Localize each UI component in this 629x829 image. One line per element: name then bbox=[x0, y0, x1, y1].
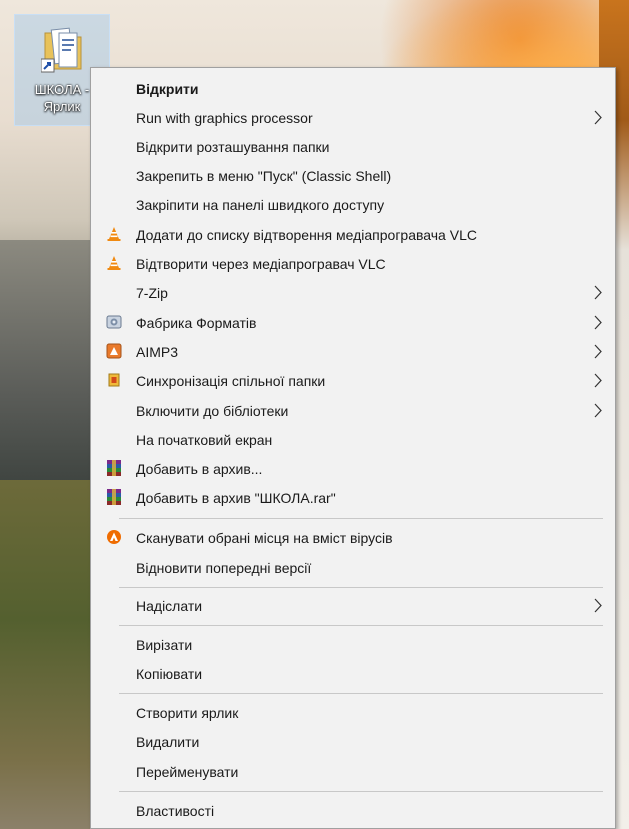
menu-item-label: Додати до списку відтворення медіапрогра… bbox=[136, 226, 477, 243]
menu-item-winrar-add-archive[interactable]: Добавить в архив... bbox=[91, 454, 615, 483]
menu-item-label: Сканувати обрані місця на вміст вірусів bbox=[136, 529, 393, 546]
menu-item-label: Відтворити через медіапрогравач VLC bbox=[136, 255, 386, 272]
menu-item-avast-scan[interactable]: Сканувати обрані місця на вміст вірусів bbox=[91, 523, 615, 552]
menu-item-cut[interactable]: Вирізати bbox=[91, 630, 615, 659]
menu-item-label: Надіслати bbox=[136, 597, 203, 614]
menu-item-label: На початковий екран bbox=[136, 431, 273, 448]
chevron-right-icon bbox=[594, 110, 602, 125]
menu-item-aimp3[interactable]: AIMP3 bbox=[91, 337, 615, 366]
vlc-cone-icon bbox=[105, 254, 123, 272]
menu-item-label: Відкрити розташування папки bbox=[136, 138, 330, 155]
menu-item-run-with-gpu[interactable]: Run with graphics processor bbox=[91, 103, 615, 132]
chevron-right-icon bbox=[594, 373, 602, 388]
menu-item-label: Відновити попередні версії bbox=[136, 559, 312, 576]
menu-item-label: Закріпити на панелі швидкого доступу bbox=[136, 196, 385, 213]
menu-item-label: Перейменувати bbox=[136, 763, 239, 780]
chevron-right-icon bbox=[594, 598, 602, 613]
menu-separator bbox=[119, 791, 603, 792]
menu-item-copy[interactable]: Копіювати bbox=[91, 659, 615, 688]
menu-item-restore-previous-versions[interactable]: Відновити попередні версії bbox=[91, 553, 615, 582]
format-factory-icon bbox=[105, 313, 123, 331]
menu-item-7zip[interactable]: 7-Zip bbox=[91, 278, 615, 307]
sync-folder-icon bbox=[105, 371, 123, 389]
menu-item-pin-to-start[interactable]: На початковий екран bbox=[91, 425, 615, 454]
menu-item-properties[interactable]: Властивості bbox=[91, 796, 615, 825]
menu-item-pin-start-classic-shell[interactable]: Закрепить в меню "Пуск" (Classic Shell) bbox=[91, 161, 615, 190]
chevron-right-icon bbox=[594, 285, 602, 300]
menu-item-label: AIMP3 bbox=[136, 343, 179, 360]
menu-item-sync-shared-folder[interactable]: Синхронізація спільної папки bbox=[91, 366, 615, 395]
menu-item-open-folder-location[interactable]: Відкрити розташування папки bbox=[91, 132, 615, 161]
menu-item-label: Синхронізація спільної папки bbox=[136, 372, 326, 389]
menu-item-send-to[interactable]: Надіслати bbox=[91, 591, 615, 620]
menu-separator bbox=[119, 625, 603, 626]
winrar-icon bbox=[105, 459, 123, 477]
menu-separator bbox=[119, 587, 603, 588]
menu-item-format-factory[interactable]: Фабрика Форматів bbox=[91, 308, 615, 337]
chevron-right-icon bbox=[594, 344, 602, 359]
chevron-right-icon bbox=[594, 315, 602, 330]
menu-item-open[interactable]: Відкрити bbox=[91, 74, 615, 103]
avast-icon bbox=[105, 528, 123, 546]
aimp-icon bbox=[105, 342, 123, 360]
menu-item-label: Закрепить в меню "Пуск" (Classic Shell) bbox=[136, 167, 392, 184]
menu-item-label: Включити до бібліотеки bbox=[136, 402, 289, 419]
menu-separator bbox=[119, 693, 603, 694]
menu-item-rename[interactable]: Перейменувати bbox=[91, 757, 615, 786]
menu-item-label: Відкрити bbox=[136, 80, 199, 97]
menu-item-label: Фабрика Форматів bbox=[136, 314, 257, 331]
menu-item-label: Добавить в архив... bbox=[136, 460, 263, 477]
menu-item-pin-quick-access[interactable]: Закріпити на панелі швидкого доступу bbox=[91, 190, 615, 219]
menu-separator bbox=[119, 518, 603, 519]
menu-item-include-in-library[interactable]: Включити до бібліотеки bbox=[91, 396, 615, 425]
menu-item-create-shortcut[interactable]: Створити ярлик bbox=[91, 698, 615, 727]
menu-item-label: Видалити bbox=[136, 733, 200, 750]
menu-item-label: Run with graphics processor bbox=[136, 109, 313, 126]
menu-item-label: Копіювати bbox=[136, 665, 203, 682]
winrar-icon bbox=[105, 488, 123, 506]
menu-item-label: 7-Zip bbox=[136, 284, 168, 301]
menu-item-vlc-add-playlist[interactable]: Додати до списку відтворення медіапрогра… bbox=[91, 220, 615, 249]
menu-item-winrar-add-school-rar[interactable]: Добавить в архив "ШКОЛА.rar" bbox=[91, 483, 615, 512]
menu-item-label: Добавить в архив "ШКОЛА.rar" bbox=[136, 489, 336, 506]
chevron-right-icon bbox=[594, 403, 602, 418]
menu-item-label: Властивості bbox=[136, 802, 215, 819]
context-menu: Відкрити Run with graphics processor Від… bbox=[90, 67, 616, 829]
folder-shortcut-icon bbox=[41, 27, 82, 73]
vlc-cone-icon bbox=[105, 225, 123, 243]
menu-item-delete[interactable]: Видалити bbox=[91, 727, 615, 756]
menu-item-label: Вирізати bbox=[136, 636, 193, 653]
menu-item-vlc-play[interactable]: Відтворити через медіапрогравач VLC bbox=[91, 249, 615, 278]
menu-item-label: Створити ярлик bbox=[136, 704, 239, 721]
